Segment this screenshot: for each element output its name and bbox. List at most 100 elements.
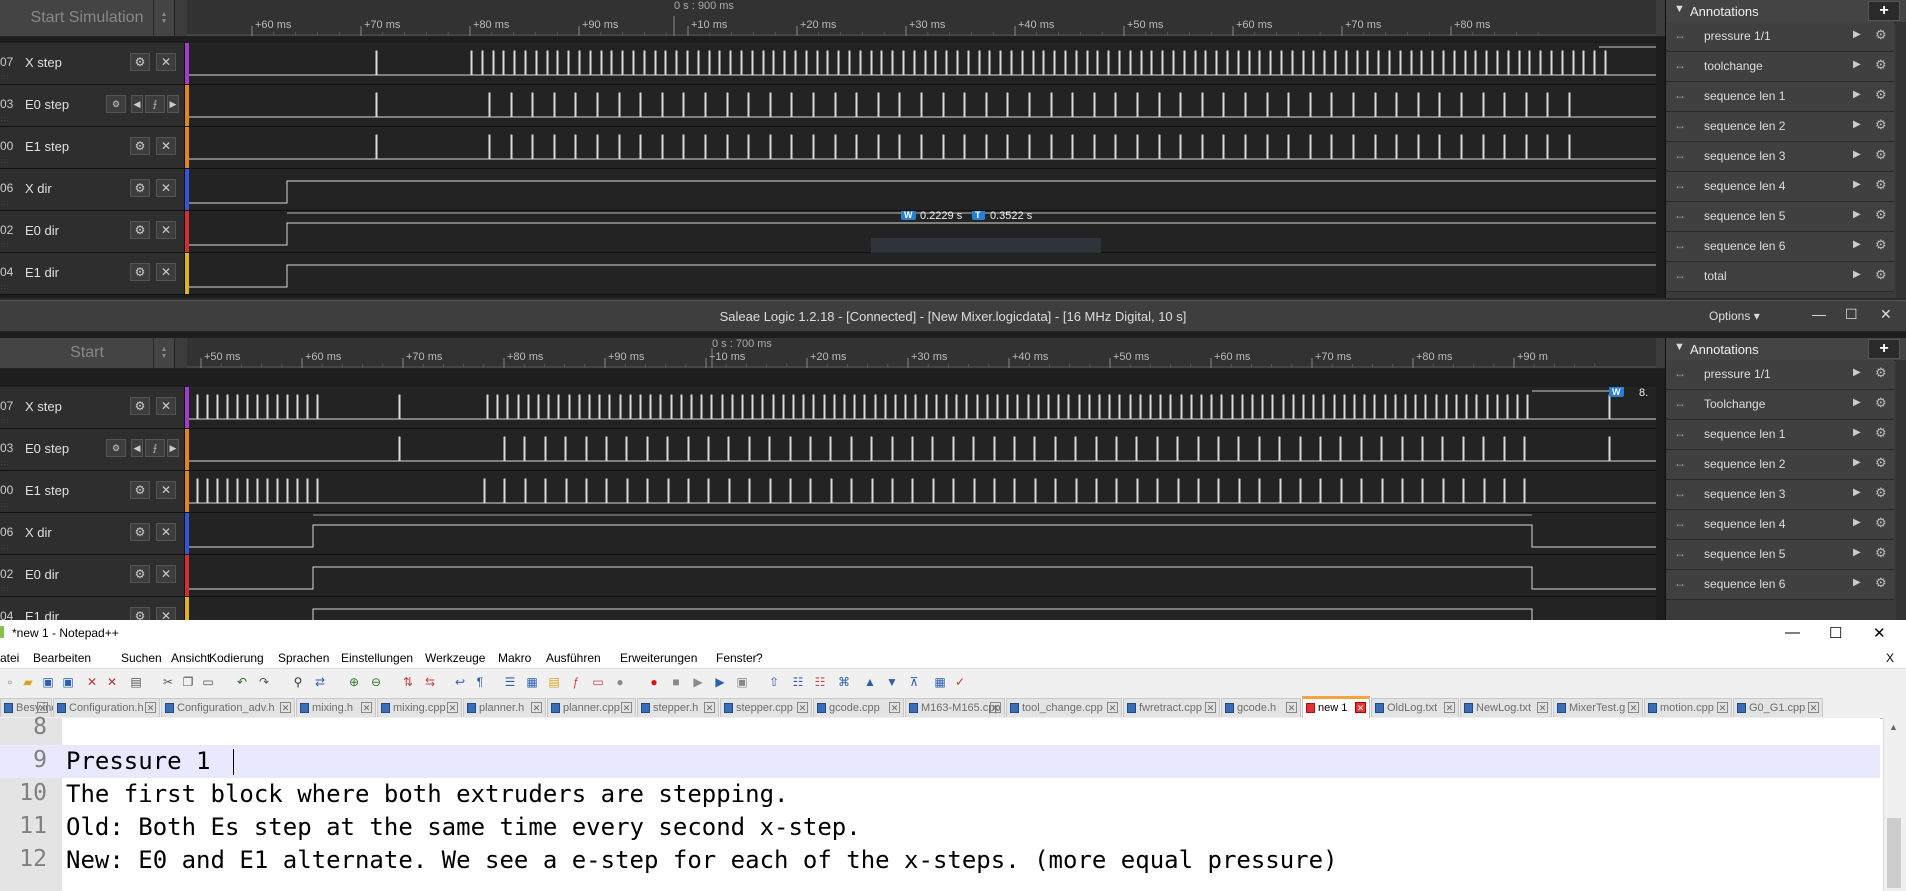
line-text[interactable]: Pressure 1 — [66, 747, 211, 775]
channel-waveform[interactable] — [189, 127, 1656, 169]
wrap-icon[interactable]: ↩ — [452, 674, 468, 690]
channel-row[interactable]: 02::: E0 dir ⚙ ✕ W 0.2229 s T 0.3522 s — [0, 211, 1656, 253]
play-icon[interactable]: ▶ — [1853, 149, 1861, 160]
save-macro-icon[interactable]: ▣ — [734, 674, 750, 690]
menu-item[interactable]: Bearbeiten — [33, 651, 91, 665]
move-arrows-icon[interactable]: ↔ — [1674, 426, 1686, 440]
close-icon[interactable]: ✕ — [84, 674, 100, 690]
bookmark-icon[interactable]: ⌘ — [836, 674, 852, 690]
close-icon[interactable]: ✕ — [156, 481, 176, 499]
drag-handle-icon[interactable]: ::: — [1, 285, 9, 291]
annotation-item[interactable]: ↔ sequence len 2 ▶ ⚙ — [1666, 450, 1894, 480]
channel-waveform[interactable] — [189, 253, 1656, 295]
move-arrows-icon[interactable]: ↔ — [1674, 238, 1686, 252]
channel-name[interactable]: E1 dir — [25, 265, 59, 280]
channel-row[interactable]: 00::: E1 step ⚙ ✕ — [0, 127, 1656, 169]
close-icon[interactable]: ✕ — [156, 397, 176, 415]
top-annotations-scrollbar[interactable] — [1896, 22, 1906, 298]
play-icon[interactable]: ▶ — [1853, 179, 1861, 190]
menu-item[interactable]: Ausführen — [546, 651, 601, 665]
up-icon[interactable]: ▲ — [862, 674, 878, 690]
gear-icon[interactable]: ⚙ — [1875, 87, 1887, 103]
play-icon[interactable]: ▶ — [1853, 397, 1861, 408]
menu-item[interactable]: Makro — [498, 651, 531, 665]
save-icon[interactable]: ▣ — [40, 674, 56, 690]
annotation-item[interactable]: ↔ sequence len 6 ▶ ⚙ — [1666, 570, 1894, 600]
gear-icon[interactable]: ⚙ — [130, 179, 150, 197]
add-annotation-button[interactable]: + — [1868, 339, 1900, 359]
move-arrows-icon[interactable]: ↔ — [1674, 516, 1686, 530]
monitor-icon[interactable]: ● — [612, 674, 628, 690]
move-arrows-icon[interactable]: ↔ — [1674, 268, 1686, 282]
collapse-triangle-icon[interactable]: ▼ — [1674, 341, 1685, 353]
play-icon[interactable]: ▶ — [1853, 367, 1861, 378]
close-all-icon[interactable]: ✕ — [104, 674, 120, 690]
menu-item[interactable]: Einstellungen — [341, 651, 413, 665]
gear-icon[interactable]: ⚙ — [1875, 177, 1887, 193]
channel-row[interactable]: 02::: E0 dir ⚙ ✕ — [0, 555, 1656, 597]
undo-icon[interactable]: ↶ — [234, 674, 250, 690]
gear-icon[interactable]: ⚙ — [106, 95, 126, 113]
channel-name[interactable]: X dir — [25, 181, 52, 196]
annotation-item[interactable]: ↔ toolchange ▶ ⚙ — [1666, 52, 1894, 82]
start-simulation-button[interactable]: Start Simulation ▲ ▼ — [0, 0, 175, 36]
sync-v-icon[interactable]: ⇅ — [400, 674, 416, 690]
annotation-item[interactable]: ↔ sequence len 5 ▶ ⚙ — [1666, 540, 1894, 570]
channel-name[interactable]: E0 step — [25, 97, 69, 112]
menu-item[interactable]: Kodierung — [209, 651, 264, 665]
gear-icon[interactable]: ⚙ — [1875, 545, 1887, 561]
play-icon[interactable]: ▶ — [1853, 269, 1861, 280]
move-arrows-icon[interactable]: ↔ — [1674, 366, 1686, 380]
gear-icon[interactable]: ⚙ — [1875, 515, 1887, 531]
gear-icon[interactable]: ⚙ — [130, 221, 150, 239]
move-arrows-icon[interactable]: ↔ — [1674, 178, 1686, 192]
trigger-rising-edge-icon[interactable]: ⨍ — [145, 95, 165, 113]
bottom-time-ruler[interactable]: 0 s : 700 ms +50 ms +60 ms +70 ms +80 ms +90… — [187, 338, 1656, 368]
list-icon[interactable]: ☷ — [790, 674, 806, 690]
drag-handle-icon[interactable]: ::: — [1, 117, 9, 123]
gear-icon[interactable]: ⚙ — [1875, 237, 1887, 253]
play-icon[interactable]: ▶ — [1853, 487, 1861, 498]
gear-icon[interactable]: ⚙ — [130, 565, 150, 583]
top-time-ruler[interactable]: 0 s : 900 ms +60 ms +70 ms +80 ms +90 ms +10… — [187, 0, 1656, 36]
play-icon[interactable]: ▶ — [1853, 517, 1861, 528]
gear-icon[interactable]: ⚙ — [1875, 267, 1887, 283]
function-list-icon[interactable]: ƒ — [568, 674, 584, 690]
menu-item[interactable]: Werkzeuge — [425, 651, 485, 665]
channel-row[interactable]: 00::: E1 step ⚙ ✕ — [0, 471, 1656, 513]
doc-map-icon[interactable]: ▤ — [546, 674, 562, 690]
stop-record-icon[interactable]: ■ — [668, 674, 684, 690]
move-arrows-icon[interactable]: ↔ — [1674, 58, 1686, 72]
channel-name[interactable]: X dir — [25, 525, 52, 540]
close-icon[interactable]: ✕ — [156, 137, 176, 155]
drag-handle-icon[interactable]: ::: — [1, 503, 9, 509]
channel-name[interactable]: E0 dir — [25, 223, 59, 238]
close-icon[interactable]: ✕ — [156, 53, 176, 71]
move-arrows-icon[interactable]: ↔ — [1674, 576, 1686, 590]
close-icon[interactable]: ✕ — [156, 263, 176, 281]
menu-item[interactable]: atei — [0, 651, 19, 665]
close-document-button[interactable]: X — [1886, 651, 1894, 665]
redo-icon[interactable]: ↷ — [256, 674, 272, 690]
line-text[interactable]: Old: Both Es step at the same time every… — [66, 813, 861, 841]
close-icon[interactable]: ✕ — [156, 221, 176, 239]
annotation-item[interactable]: ↔ total ▶ ⚙ — [1666, 262, 1894, 292]
play-icon[interactable]: ▶ — [1853, 209, 1861, 220]
down-icon[interactable]: ▼ — [884, 674, 900, 690]
gear-icon[interactable]: ⚙ — [130, 397, 150, 415]
channel-waveform[interactable] — [189, 555, 1656, 597]
move-arrows-icon[interactable]: ↔ — [1674, 118, 1686, 132]
annotation-item[interactable]: ↔ pressure 1/1 ▶ ⚙ — [1666, 360, 1894, 390]
gear-icon[interactable]: ⚙ — [1875, 57, 1887, 73]
trigger-right-icon[interactable]: ▶ — [167, 439, 179, 457]
close-icon[interactable]: ✕ — [1880, 306, 1892, 323]
channel-row[interactable]: 07::: X step ⚙ ✕ W 8. — [0, 387, 1656, 429]
record-macro-icon[interactable]: ● — [646, 674, 662, 690]
gear-icon[interactable]: ⚙ — [1875, 27, 1887, 43]
annotation-item[interactable]: ↔ sequence len 3 ▶ ⚙ — [1666, 142, 1894, 172]
move-arrows-icon[interactable]: ↔ — [1674, 208, 1686, 222]
start-spinner-bottom[interactable]: ▲ ▼ — [153, 338, 174, 368]
scroll-thumb[interactable] — [1887, 818, 1901, 888]
channel-name[interactable]: E1 dir — [25, 609, 59, 620]
move-arrows-icon[interactable]: ↔ — [1674, 28, 1686, 42]
